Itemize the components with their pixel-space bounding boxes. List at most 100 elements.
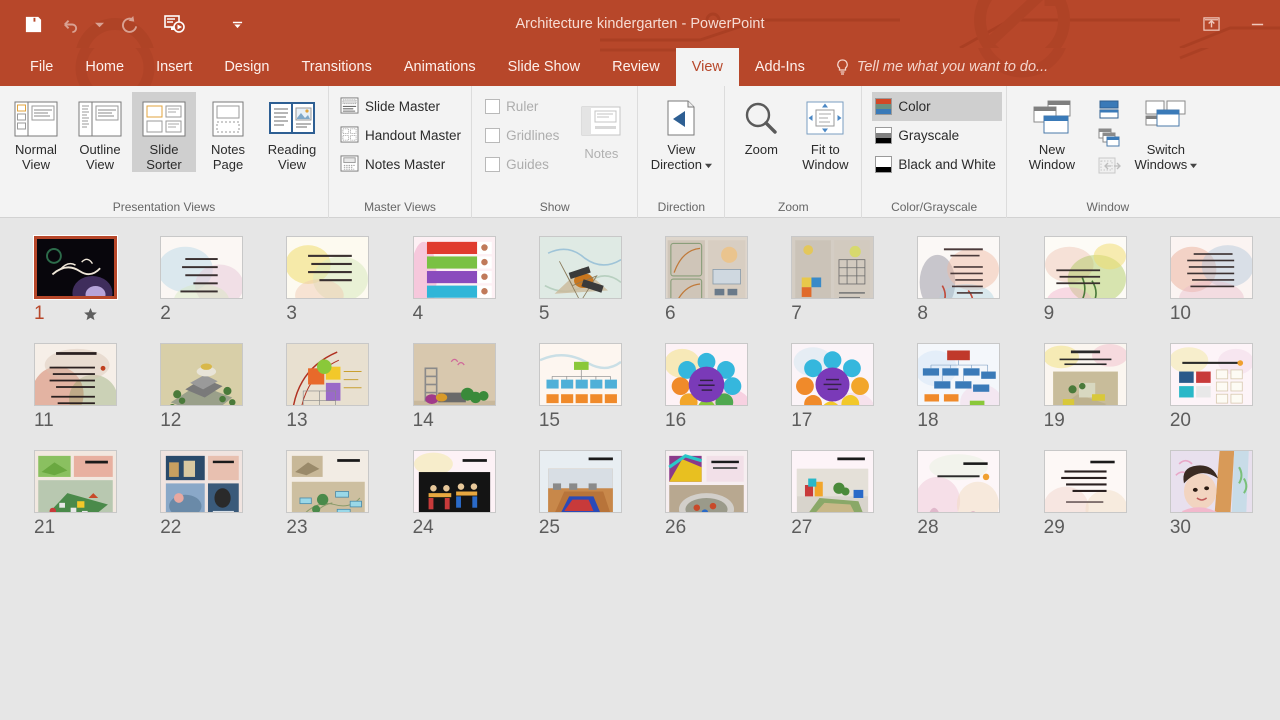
slide-thumbnail-13[interactable]: 13: [270, 343, 396, 436]
slide-thumbnail-25[interactable]: 25: [523, 450, 649, 543]
tab-file[interactable]: File: [14, 48, 69, 86]
minimize-icon[interactable]: [1234, 6, 1280, 42]
slide-thumbnail-16[interactable]: 16: [649, 343, 775, 436]
slide-thumbnail-2[interactable]: 2: [144, 236, 270, 329]
grayscale-button[interactable]: Grayscale: [872, 121, 1002, 150]
new-window-button[interactable]: New Window: [1013, 92, 1091, 172]
slide-thumbnail-image[interactable]: [1043, 450, 1127, 513]
black-and-white-button[interactable]: Black and White: [872, 150, 1002, 179]
slide-thumbnail-image[interactable]: [1169, 450, 1253, 513]
fit-to-window-button[interactable]: Fit to Window: [793, 92, 857, 172]
slide-thumbnail-image[interactable]: [34, 343, 117, 406]
notes-master-button[interactable]: Notes Master: [337, 150, 467, 179]
slide-thumbnail-image[interactable]: [286, 343, 370, 406]
tab-design[interactable]: Design: [208, 48, 285, 86]
slide-thumbnail-image[interactable]: [791, 236, 875, 299]
slide-thumbnail-20[interactable]: 20: [1154, 343, 1280, 436]
slide-thumbnail-1[interactable]: 1: [18, 235, 144, 329]
slide-thumbnail-9[interactable]: 9: [1028, 236, 1154, 329]
slide-thumbnail-18[interactable]: 18: [901, 343, 1027, 436]
slide-thumbnail-29[interactable]: 29: [1028, 450, 1154, 543]
slide-thumbnail-11[interactable]: 11: [18, 343, 144, 436]
slide-thumbnail-23[interactable]: 23: [270, 450, 396, 543]
redo-button[interactable]: [112, 8, 146, 40]
slide-sorter-button[interactable]: Slide Sorter: [132, 92, 196, 172]
handout-master-button[interactable]: Handout Master: [337, 121, 467, 150]
tab-animations[interactable]: Animations: [388, 48, 492, 86]
slide-thumbnail-image[interactable]: [286, 236, 370, 299]
arrange-all-button[interactable]: [1091, 98, 1127, 126]
guides-checkbox[interactable]: [485, 157, 501, 172]
slide-sorter-pane[interactable]: 1 2 3 4 5 6 7 8 9 10 11 12 13 14 15 16 17 18 19 20 21 22 23 2…: [0, 218, 1280, 719]
slide-thumbnail-7[interactable]: 7: [775, 236, 901, 329]
cascade-button[interactable]: [1091, 126, 1127, 154]
slide-thumbnail-26[interactable]: 26: [649, 450, 775, 543]
slide-thumbnail-image[interactable]: [1169, 236, 1253, 299]
start-from-beginning-button[interactable]: [158, 8, 192, 40]
ruler-checkbox[interactable]: [485, 99, 501, 114]
slide-thumbnail-image[interactable]: [665, 450, 749, 513]
slide-thumbnail-image[interactable]: [1169, 343, 1253, 406]
tell-me-search[interactable]: Tell me what you want to do...: [821, 48, 1048, 86]
slide-thumbnail-24[interactable]: 24: [397, 450, 523, 543]
gridlines-checkbox[interactable]: [485, 128, 501, 143]
tab-review[interactable]: Review: [596, 48, 676, 86]
tab-view[interactable]: View: [675, 48, 739, 86]
slide-thumbnail-image[interactable]: [1043, 343, 1127, 406]
tab-slide-show[interactable]: Slide Show: [492, 48, 597, 86]
slide-thumbnail-4[interactable]: 4: [397, 236, 523, 329]
undo-dropdown-button[interactable]: [88, 8, 110, 40]
slide-thumbnail-8[interactable]: 8: [901, 236, 1027, 329]
slide-thumbnail-image[interactable]: [412, 450, 496, 513]
ruler-checkbox-row[interactable]: Ruler: [482, 92, 565, 121]
view-direction-button[interactable]: View Direction: [642, 92, 720, 172]
slide-thumbnail-image[interactable]: [538, 236, 622, 299]
slide-thumbnail-22[interactable]: 22: [144, 450, 270, 543]
slide-thumbnail-image[interactable]: [160, 343, 244, 406]
slide-thumbnail-image[interactable]: [412, 343, 496, 406]
slide-thumbnail-image[interactable]: [538, 450, 622, 513]
slide-thumbnail-27[interactable]: 27: [775, 450, 901, 543]
notes-button[interactable]: Notes: [569, 92, 633, 161]
slide-master-button[interactable]: Slide Master: [337, 92, 467, 121]
tab-transitions[interactable]: Transitions: [285, 48, 387, 86]
slide-thumbnail-image[interactable]: [665, 236, 749, 299]
slide-thumbnail-12[interactable]: 12: [144, 343, 270, 436]
outline-view-button[interactable]: Outline View: [68, 92, 132, 172]
save-button[interactable]: [16, 8, 50, 40]
slide-thumbnail-10[interactable]: 10: [1154, 236, 1280, 329]
slide-thumbnail-image[interactable]: [791, 343, 875, 406]
guides-checkbox-row[interactable]: Guides: [482, 150, 565, 179]
slide-thumbnail-image[interactable]: [1043, 236, 1127, 299]
slide-thumbnail-14[interactable]: 14: [397, 343, 523, 436]
slide-thumbnail-30[interactable]: 30: [1154, 450, 1280, 543]
slide-thumbnail-image[interactable]: [791, 450, 875, 513]
slide-thumbnail-image[interactable]: [33, 235, 118, 300]
slide-thumbnail-image[interactable]: [917, 450, 1001, 513]
zoom-button[interactable]: Zoom: [729, 92, 793, 157]
move-split-button[interactable]: [1091, 154, 1127, 182]
animation-star-icon[interactable]: [83, 307, 98, 322]
switch-windows-button[interactable]: Switch Windows: [1127, 92, 1205, 172]
notes-page-button[interactable]: Notes Page: [196, 92, 260, 172]
slide-thumbnail-21[interactable]: 21: [18, 450, 144, 543]
slide-thumbnail-3[interactable]: 3: [270, 236, 396, 329]
slide-thumbnail-image[interactable]: [160, 450, 244, 513]
slide-thumbnail-17[interactable]: 17: [775, 343, 901, 436]
slide-thumbnail-image[interactable]: [665, 343, 749, 406]
tab-home[interactable]: Home: [69, 48, 140, 86]
slide-thumbnail-28[interactable]: 28: [901, 450, 1027, 543]
slide-thumbnail-image[interactable]: [412, 236, 496, 299]
customize-qat-button[interactable]: [220, 8, 254, 40]
gridlines-checkbox-row[interactable]: Gridlines: [482, 121, 565, 150]
slide-thumbnail-15[interactable]: 15: [523, 343, 649, 436]
slide-thumbnail-image[interactable]: [917, 343, 1001, 406]
color-button[interactable]: Color: [872, 92, 1002, 121]
ribbon-display-options-icon[interactable]: [1188, 6, 1234, 42]
tab-add-ins[interactable]: Add-Ins: [739, 48, 821, 86]
slide-thumbnail-image[interactable]: [917, 236, 1001, 299]
slide-thumbnail-image[interactable]: [538, 343, 622, 406]
slide-thumbnail-5[interactable]: 5: [523, 236, 649, 329]
slide-thumbnail-image[interactable]: [160, 236, 244, 299]
slide-thumbnail-image[interactable]: [34, 450, 117, 513]
